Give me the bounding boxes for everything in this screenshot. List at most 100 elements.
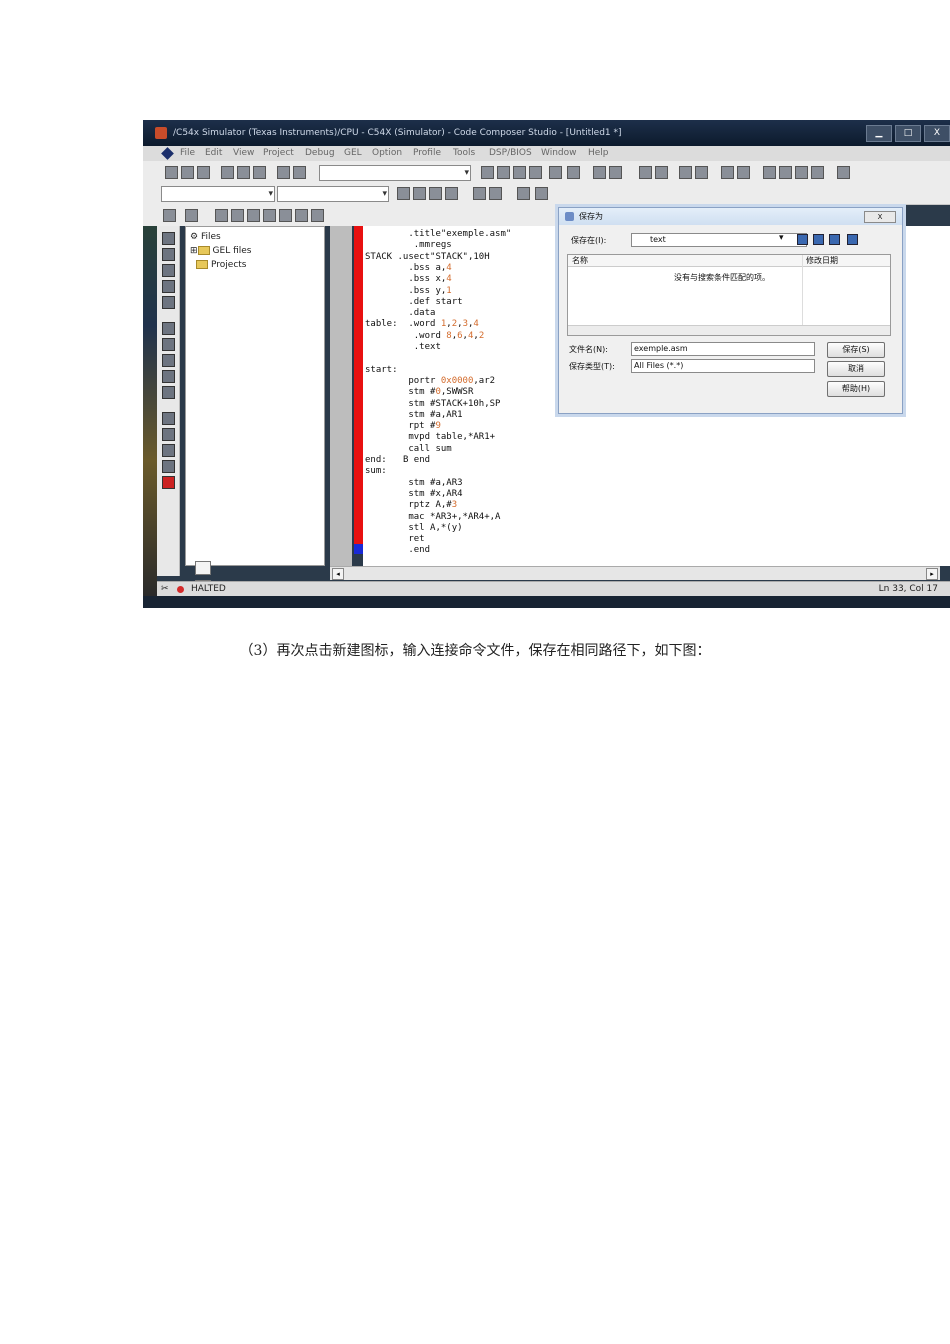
set-pc-icon[interactable] [162, 296, 175, 309]
open-file-icon[interactable] [181, 166, 194, 179]
graph-icon[interactable] [279, 209, 292, 222]
step-into-side-icon[interactable] [162, 232, 175, 245]
file-list-scrollbar[interactable] [568, 325, 890, 335]
wrench-icon[interactable] [535, 187, 548, 200]
halt-icon[interactable] [215, 209, 228, 222]
assembly-over-icon[interactable] [162, 338, 175, 351]
minimize-button[interactable]: ▁ [866, 125, 892, 142]
menu-project[interactable]: Project [263, 146, 294, 161]
menu-dspbios[interactable]: DSP/BIOS [489, 146, 532, 161]
column-name[interactable]: 名称 [572, 255, 588, 266]
run-to-cursor-icon[interactable] [162, 280, 175, 293]
memory-icon[interactable] [737, 166, 750, 179]
tree-root[interactable]: ⚙ Files [190, 231, 221, 243]
image-icon[interactable] [295, 209, 308, 222]
find-in-files-icon[interactable] [529, 166, 542, 179]
menu-profile[interactable]: Profile [413, 146, 441, 161]
find-icon[interactable] [481, 166, 494, 179]
incremental-build-icon[interactable] [413, 187, 426, 200]
menu-option[interactable]: Option [372, 146, 402, 161]
menu-view[interactable]: View [233, 146, 254, 161]
halt-icon-side[interactable] [162, 370, 175, 383]
quick-watch-icon[interactable] [185, 209, 198, 222]
paste-icon[interactable] [253, 166, 266, 179]
new-file-icon[interactable] [165, 166, 178, 179]
rebuild-icon[interactable] [429, 187, 442, 200]
search-combo[interactable] [319, 165, 471, 181]
remove-breakpoints-icon[interactable] [489, 187, 502, 200]
menu-gel[interactable]: GEL [344, 146, 362, 161]
copy-icon[interactable] [237, 166, 250, 179]
memory-side-icon[interactable] [162, 412, 175, 425]
new-folder-icon[interactable] [829, 234, 840, 245]
watch-icon[interactable] [163, 209, 176, 222]
run-icon-side[interactable] [162, 354, 175, 367]
project-combo[interactable] [161, 186, 275, 202]
dialog-close-button[interactable]: X [864, 211, 896, 223]
tree-item-gel-files[interactable]: ⊞ GEL files [190, 245, 251, 257]
step-over-icon[interactable] [795, 166, 808, 179]
tree-item-projects[interactable]: Projects [196, 259, 246, 271]
breakpoint-icon[interactable] [837, 166, 850, 179]
find-prev-icon[interactable] [513, 166, 526, 179]
redo-icon[interactable] [293, 166, 306, 179]
expand-icon[interactable]: ⊞ [190, 246, 198, 256]
scroll-left-icon[interactable]: ◂ [332, 568, 344, 580]
save-in-dropdown-icon[interactable]: ▾ [779, 233, 784, 243]
assembly-step-icon[interactable] [162, 322, 175, 335]
filetype-select[interactable]: All Files (*.*) [631, 359, 815, 373]
file-view-tab[interactable] [195, 561, 211, 575]
menu-debug[interactable]: Debug [305, 146, 335, 161]
step-out-icon[interactable] [811, 166, 824, 179]
menu-tools[interactable]: Tools [453, 146, 475, 161]
horizontal-scrollbar[interactable]: ◂ ▸ [330, 566, 940, 580]
menu-help[interactable]: Help [588, 146, 609, 161]
step-over-side-icon[interactable] [162, 248, 175, 261]
call-stack-icon[interactable] [162, 460, 175, 473]
undo-icon[interactable] [277, 166, 290, 179]
help-button[interactable]: 帮助(H) [827, 381, 885, 397]
menu-file[interactable]: File [180, 146, 195, 161]
register-icon[interactable] [231, 209, 244, 222]
up-folder-icon[interactable] [813, 234, 824, 245]
compile-icon[interactable] [397, 187, 410, 200]
file-list[interactable]: 名称 修改日期 没有与搜索条件匹配的项。 [567, 254, 891, 336]
cancel-button[interactable]: 取消 [827, 361, 885, 377]
view-menu-icon[interactable] [847, 234, 858, 245]
step-out-side-icon[interactable] [162, 264, 175, 277]
scroll-right-icon[interactable]: ▸ [926, 568, 938, 580]
indent-icon[interactable] [639, 166, 652, 179]
disassembly-icon[interactable] [263, 209, 276, 222]
project-icon[interactable] [679, 166, 692, 179]
find-next-icon[interactable] [497, 166, 510, 179]
outdent-icon[interactable] [655, 166, 668, 179]
cut-icon[interactable] [221, 166, 234, 179]
toggle-breakpoint-icon[interactable] [473, 187, 486, 200]
bookmark-icon[interactable] [549, 166, 562, 179]
maximize-button[interactable]: □ [895, 125, 921, 142]
help-icon[interactable] [609, 166, 622, 179]
analysis-icon[interactable] [311, 209, 324, 222]
registers-side-icon[interactable] [162, 428, 175, 441]
filename-input[interactable]: exemple.asm [631, 342, 815, 356]
watch-side-icon[interactable] [162, 444, 175, 457]
run-icon[interactable] [763, 166, 776, 179]
save-icon[interactable] [197, 166, 210, 179]
back-icon[interactable] [797, 234, 808, 245]
config-combo[interactable] [277, 186, 389, 202]
animate-icon[interactable] [162, 386, 175, 399]
toggle-bookmark-icon[interactable] [567, 166, 580, 179]
close-window-button[interactable]: X [924, 125, 950, 142]
print-icon[interactable] [593, 166, 606, 179]
build-icon[interactable] [695, 166, 708, 179]
menu-edit[interactable]: Edit [205, 146, 222, 161]
display-icon[interactable] [247, 209, 260, 222]
step-into-icon[interactable] [779, 166, 792, 179]
column-modified[interactable]: 修改日期 [806, 255, 838, 266]
save-button[interactable]: 保存(S) [827, 342, 885, 358]
menu-window[interactable]: Window [541, 146, 577, 161]
mixed-mode-icon[interactable] [721, 166, 734, 179]
breakpoint-side-icon[interactable] [162, 476, 175, 489]
probe-point-icon[interactable] [517, 187, 530, 200]
stop-build-icon[interactable] [445, 187, 458, 200]
